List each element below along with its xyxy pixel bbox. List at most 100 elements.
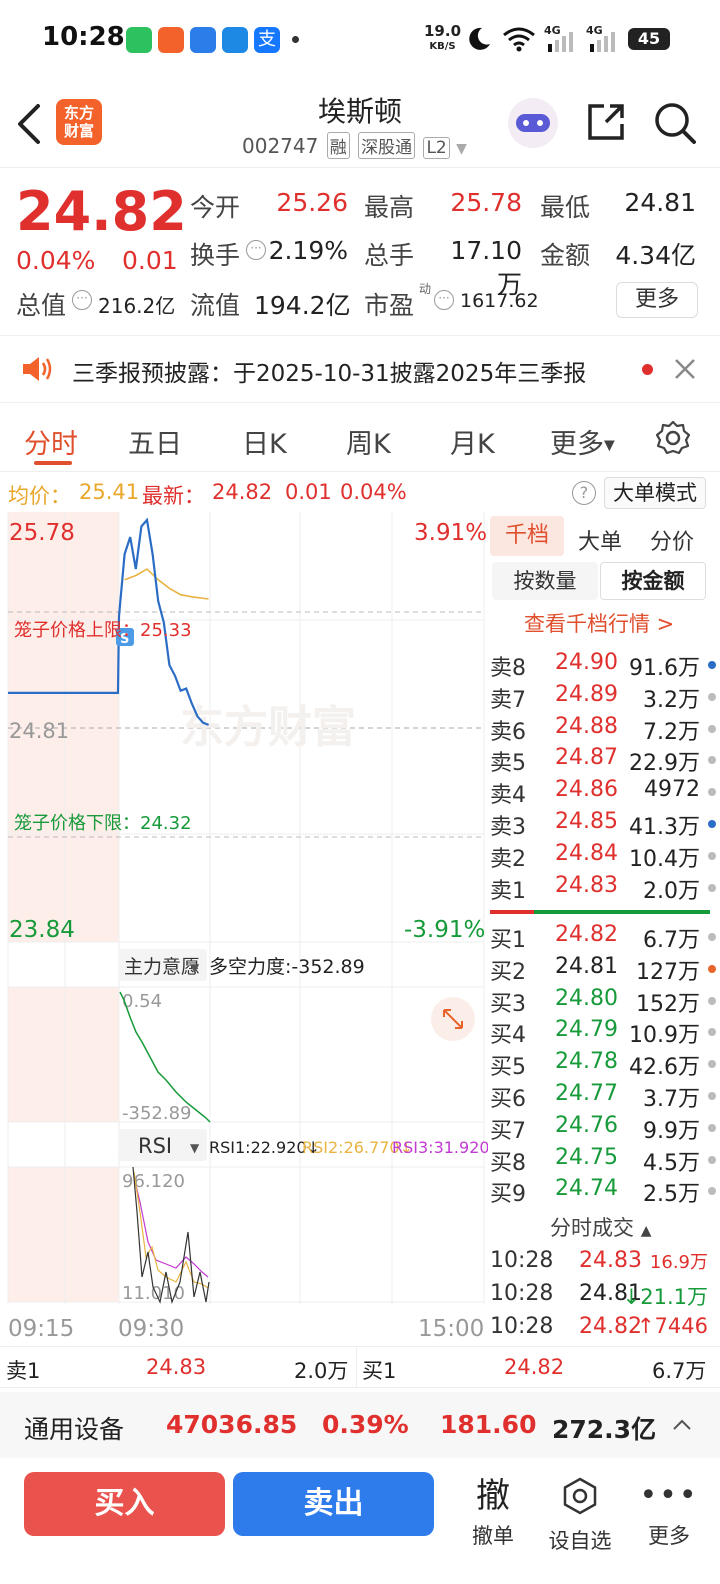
price-axis-bottom: 23.84 [9, 917, 75, 943]
ask-label: 卖1 [490, 878, 526, 904]
ask-label: 卖5 [490, 751, 526, 777]
bid-row[interactable]: 买1 24.82 6.7万 [488, 922, 720, 954]
moon-icon [469, 27, 490, 50]
book-tab-depth[interactable]: 千档 [490, 516, 564, 556]
flag-dot-icon [708, 1092, 716, 1100]
cancel-order-label: 撤单 [472, 1524, 514, 1548]
ask-price: 24.89 [555, 681, 618, 707]
ask1-volume: 2.0万 [294, 1359, 349, 1383]
bid-volume: 9.9万 [643, 1118, 700, 1144]
bid-row[interactable]: 买6 24.77 3.7万 [488, 1081, 720, 1113]
search-icon[interactable] [652, 100, 698, 146]
ask-volume: 22.9万 [629, 751, 700, 777]
time-axis-end: 15:00 [418, 1316, 484, 1342]
unread-dot-icon [642, 364, 653, 375]
notice-bar[interactable]: 三季报预披露：于2025-10-31披露2025年三季报 [0, 335, 720, 403]
trade-price: 24.83 [579, 1248, 642, 1273]
gear-icon[interactable] [654, 419, 692, 457]
trades-title[interactable]: 分时成交 ▲ [550, 1212, 651, 1242]
bid-row[interactable]: 买7 24.76 9.9万 [488, 1113, 720, 1145]
book-tab-big-order[interactable]: 大单 [578, 524, 622, 556]
rsi3-value: RSI3:31.920↓ [392, 1138, 488, 1157]
ask-row[interactable]: 卖3 24.85 41.3万 [488, 809, 720, 841]
assistant-avatar[interactable] [508, 98, 558, 148]
sell-button[interactable]: 卖出 [233, 1472, 434, 1536]
ask-row[interactable]: 卖6 24.88 7.2万 [488, 714, 720, 746]
bid-row[interactable]: 买5 24.78 42.6万 [488, 1049, 720, 1081]
bid-price: 24.74 [555, 1176, 618, 1202]
ask-row[interactable]: 卖2 24.84 10.4万 [488, 841, 720, 873]
app-icon [222, 27, 248, 53]
ask-price: 24.84 [555, 840, 618, 866]
info-icon[interactable]: ··· [434, 290, 454, 310]
tab-more[interactable]: 更多▼ [550, 422, 615, 461]
latest-label: 最新： [142, 484, 205, 508]
ask-volume: 2.0万 [643, 878, 700, 904]
upper-limit-label: 笼子价格上限：25.33 [14, 620, 192, 641]
flag-dot-icon [708, 756, 716, 765]
high-label: 最高 [364, 193, 415, 222]
chevron-up-icon[interactable] [672, 1416, 692, 1432]
open-label: 今开 [190, 193, 241, 222]
price-axis-top: 25.78 [9, 520, 75, 546]
help-icon[interactable]: ? [572, 481, 596, 505]
ask-row[interactable]: 卖7 24.89 3.2万 [488, 682, 720, 714]
cancel-order-button[interactable]: 撤 撤单 [458, 1476, 528, 1550]
bid-volume: 10.9万 [629, 1023, 700, 1049]
notification-dot-icon [292, 36, 299, 43]
intraday-chart[interactable]: 东方财富 S 25.78 3.91% 笼子价格上限：25.33 24.81 笼子… [0, 512, 503, 1346]
ask-volume: 91.6万 [629, 656, 700, 681]
info-icon[interactable]: ··· [246, 240, 266, 260]
trade-row: 10:28 24.82 ↑7446 [488, 1314, 720, 1346]
info-icon[interactable]: ··· [72, 290, 92, 310]
pe-label: 市盈 [364, 291, 415, 320]
tab-daily-k[interactable]: 日K [242, 422, 287, 461]
bid-row[interactable]: 买4 24.79 10.9万 [488, 1017, 720, 1049]
pe-value: 1617.62 [460, 290, 539, 312]
ask-row[interactable]: 卖4 24.86 4972 [488, 777, 720, 809]
tab-intraday[interactable]: 分时 [24, 422, 78, 461]
subtab-by-quantity[interactable]: 按数量 [492, 562, 598, 600]
flag-dot-icon [708, 820, 716, 828]
view-depth-link[interactable]: 查看千档行情 > [524, 608, 674, 638]
buy-button[interactable]: 买入 [24, 1472, 225, 1536]
ask-row[interactable]: 卖5 24.87 22.9万 [488, 745, 720, 777]
trades-title-text: 分时成交 [550, 1216, 634, 1240]
bid1-label: 买1 [362, 1359, 397, 1383]
ask-price: 24.87 [555, 745, 618, 771]
trade-volume: 16.9万 [649, 1252, 708, 1273]
tab-weekly-k[interactable]: 周K [346, 422, 391, 461]
hexagon-icon [563, 1477, 597, 1515]
add-watchlist-button[interactable]: 设自选 [545, 1476, 615, 1555]
share-icon[interactable] [584, 100, 628, 144]
ask-price: 24.86 [555, 777, 618, 803]
more-quote-button[interactable]: 更多 [616, 282, 698, 318]
bid-label: 买6 [490, 1087, 526, 1112]
subtab-by-amount[interactable]: 按金额 [600, 562, 706, 600]
app-icon [158, 27, 184, 53]
tab-monthly-k[interactable]: 月K [450, 422, 495, 461]
sector-bar[interactable]: 通用设备 47036.85 0.39% 181.60 272.3亿 [0, 1392, 720, 1458]
avg-price-line [124, 568, 209, 600]
bid1-volume: 6.7万 [652, 1359, 707, 1383]
bid-price: 24.81 [555, 953, 618, 979]
ask-row[interactable]: 卖8 24.90 91.6万 [488, 650, 720, 682]
float-value: 194.2亿 [254, 291, 351, 320]
pre-market-shade [8, 1167, 119, 1302]
bid-row[interactable]: 买2 24.81 127万 [488, 954, 720, 986]
bid-row[interactable]: 买3 24.80 152万 [488, 986, 720, 1018]
close-icon[interactable] [672, 356, 698, 382]
high-value: 25.78 [450, 188, 522, 217]
ask-row[interactable]: 卖1 24.83 2.0万 [488, 873, 720, 905]
more-actions-button[interactable]: ••• 更多 [634, 1476, 704, 1550]
stock-code-row[interactable]: 002747 融 深股通 L2 ▼ [242, 132, 467, 159]
current-price: 24.82 [16, 180, 187, 243]
book-tab-price-split[interactable]: 分价 [650, 524, 694, 556]
battery-icon: 45 [628, 28, 670, 50]
indicator-top-value: 0.54 [122, 991, 162, 1012]
big-order-mode-button[interactable]: 大单模式 [604, 477, 706, 509]
bid-row[interactable]: 买9 24.74 2.5万 [488, 1176, 720, 1208]
ask-label: 卖8 [490, 656, 526, 681]
tab-five-day[interactable]: 五日 [128, 422, 182, 461]
bid-row[interactable]: 买8 24.75 4.5万 [488, 1145, 720, 1177]
